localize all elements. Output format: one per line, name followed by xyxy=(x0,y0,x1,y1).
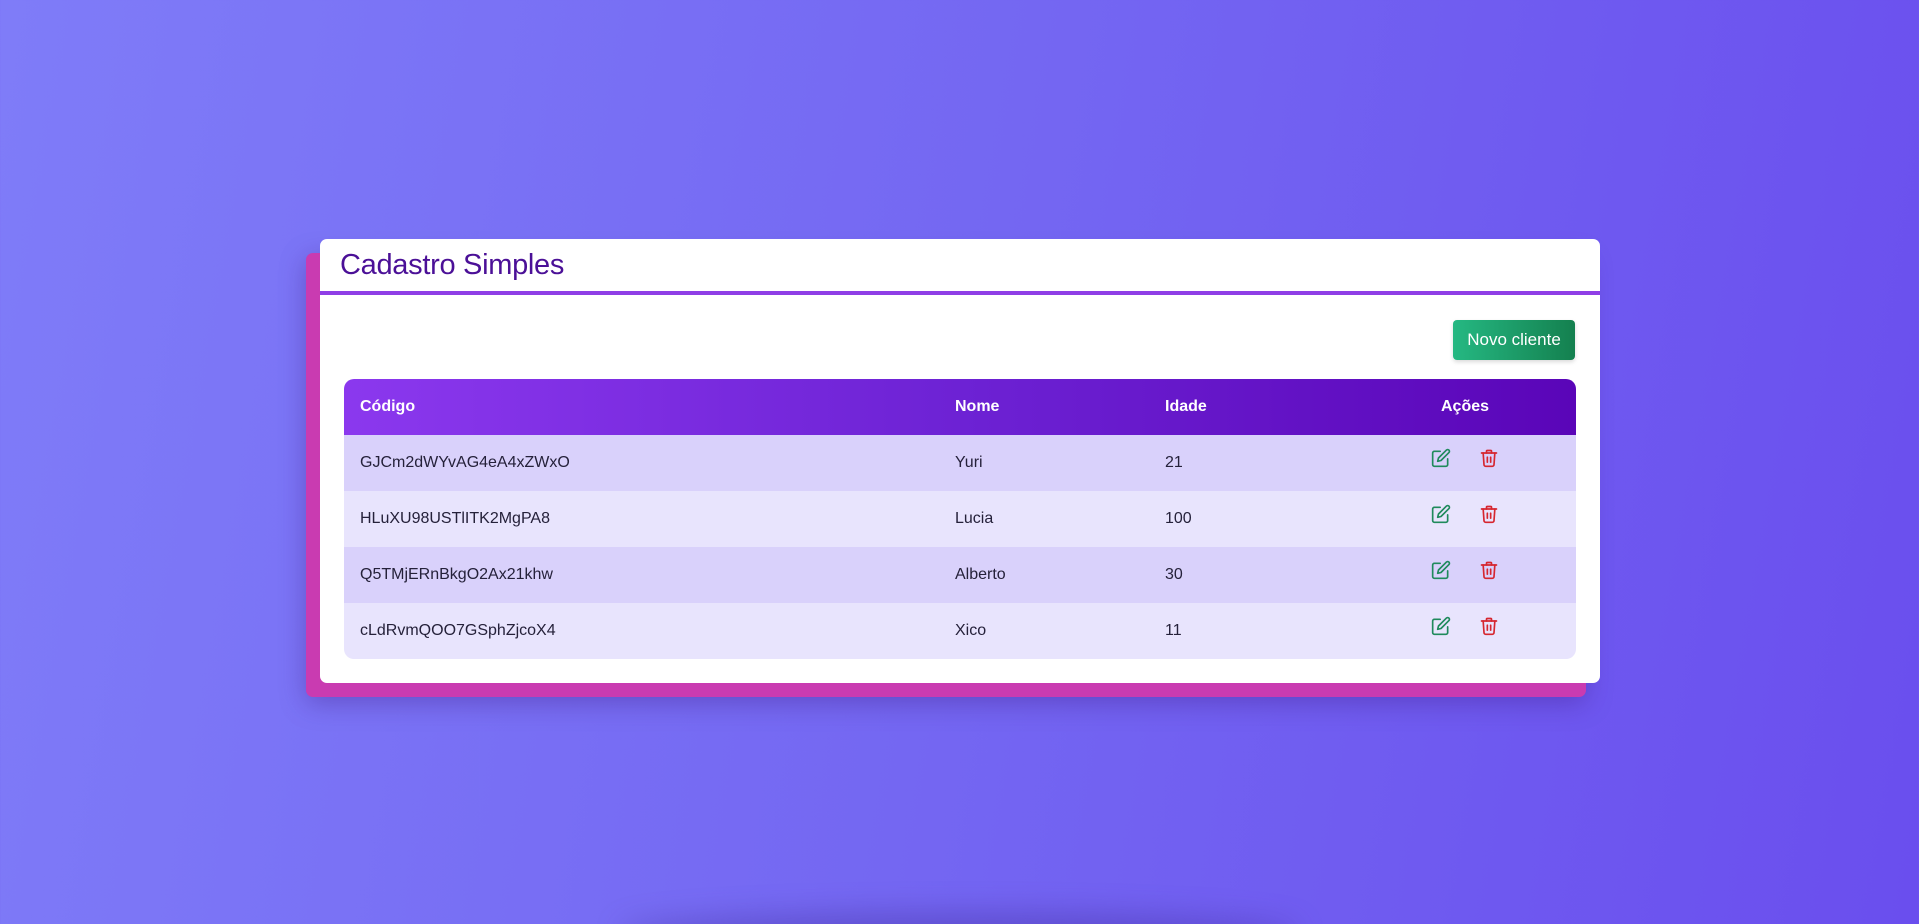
cell-name: Lucia xyxy=(955,510,994,527)
cell-age: 100 xyxy=(1165,510,1192,527)
new-client-button[interactable]: Novo cliente xyxy=(1453,320,1575,360)
trash-icon[interactable] xyxy=(1479,615,1499,637)
row-actions xyxy=(1431,447,1499,469)
row-actions xyxy=(1431,615,1499,637)
cell-name: Yuri xyxy=(955,454,983,471)
cell-age: 30 xyxy=(1165,566,1183,583)
edit-icon[interactable] xyxy=(1431,447,1451,469)
table-header: Código Nome Idade Ações xyxy=(344,379,1576,435)
cell-actions xyxy=(1354,603,1576,659)
column-header-name: Nome xyxy=(955,398,1000,415)
edit-icon[interactable] xyxy=(1431,615,1451,637)
background-shadow xyxy=(620,912,1300,924)
trash-icon[interactable] xyxy=(1479,447,1499,469)
table-row: cLdRvmQOO7GSphZjcoX4 Xico 11 xyxy=(344,603,1576,659)
table-row: GJCm2dWYvAG4eA4xZWxO Yuri 21 xyxy=(344,435,1576,491)
cell-actions xyxy=(1354,491,1576,547)
clients-table-container: Código Nome Idade Ações GJCm2dWYvAG4eA4x… xyxy=(344,379,1576,659)
cell-code: GJCm2dWYvAG4eA4xZWxO xyxy=(360,454,570,471)
column-header-code: Código xyxy=(360,398,416,415)
cell-actions xyxy=(1354,547,1576,603)
table-body: GJCm2dWYvAG4eA4xZWxO Yuri 21 HLuXU98USTlITK… xyxy=(344,435,1576,659)
edit-icon[interactable] xyxy=(1431,559,1451,581)
table-header-row: Código Nome Idade Ações xyxy=(344,379,1576,435)
row-actions xyxy=(1431,503,1499,525)
cell-name: Xico xyxy=(955,622,987,639)
cell-code: Q5TMjERnBkgO2Ax21khw xyxy=(360,566,553,583)
trash-icon[interactable] xyxy=(1479,503,1499,525)
clients-table: Código Nome Idade Ações GJCm2dWYvAG4eA4x… xyxy=(344,379,1576,659)
toolbar: Novo cliente xyxy=(1453,320,1575,360)
main-card: Cadastro Simples Novo cliente Código Nom… xyxy=(320,239,1600,683)
row-actions xyxy=(1431,559,1499,581)
cell-age: 21 xyxy=(1165,454,1183,471)
column-header-age: Idade xyxy=(1165,398,1207,415)
cell-code: HLuXU98USTlITK2MgPA8 xyxy=(360,510,550,527)
card-header: Cadastro Simples xyxy=(320,239,1600,295)
page-title: Cadastro Simples xyxy=(340,249,565,281)
cell-actions xyxy=(1354,435,1576,491)
cell-name: Alberto xyxy=(955,566,1006,583)
cell-code: cLdRvmQOO7GSphZjcoX4 xyxy=(360,622,556,639)
column-header-actions: Ações xyxy=(1440,398,1490,415)
table-row: HLuXU98USTlITK2MgPA8 Lucia 100 xyxy=(344,491,1576,547)
edit-icon[interactable] xyxy=(1431,503,1451,525)
cell-age: 11 xyxy=(1165,622,1182,639)
trash-icon[interactable] xyxy=(1479,559,1499,581)
table-row: Q5TMjERnBkgO2Ax21khw Alberto 30 xyxy=(344,547,1576,603)
